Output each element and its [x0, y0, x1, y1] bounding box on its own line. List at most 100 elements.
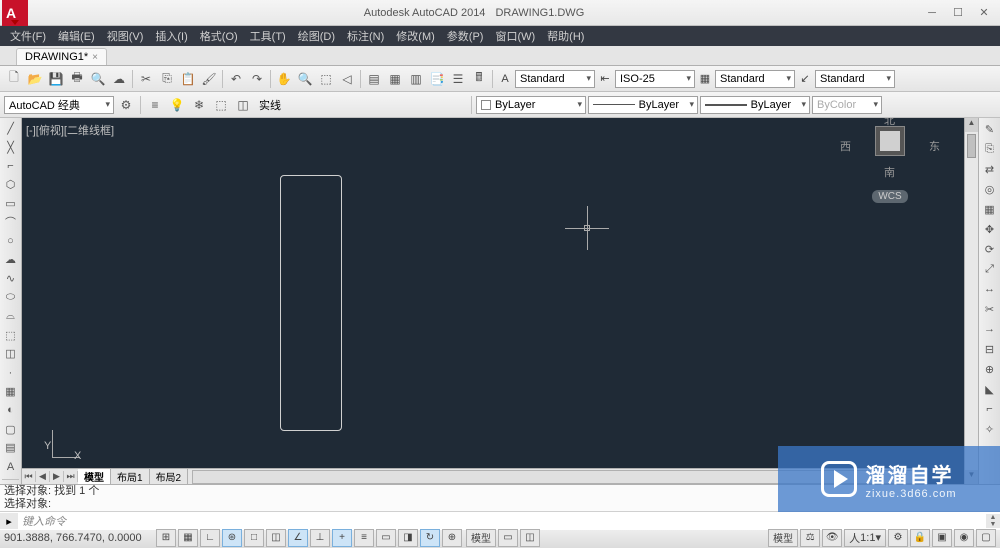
menu-view[interactable]: 视图(V)	[101, 26, 150, 46]
layout-first-icon[interactable]: ⏮	[22, 471, 36, 482]
clean-screen-button[interactable]: ▢	[976, 529, 996, 547]
scale-icon[interactable]: ⤢	[981, 260, 999, 278]
layout-tab-2[interactable]: 布局2	[150, 469, 189, 484]
circle-icon[interactable]: ○	[2, 233, 20, 250]
mleader-style-dropdown[interactable]: Standard	[815, 70, 895, 88]
table-style-dropdown[interactable]: Standard	[715, 70, 795, 88]
plotstyle-dropdown[interactable]: ByColor	[812, 96, 882, 114]
array-icon[interactable]: ▦	[981, 200, 999, 218]
menu-edit[interactable]: 编辑(E)	[52, 26, 101, 46]
trim-icon[interactable]: ✂	[981, 300, 999, 318]
wcs-badge[interactable]: WCS	[872, 190, 907, 203]
group-icon[interactable]: ⬚	[211, 95, 231, 115]
pan-icon[interactable]: ✋	[274, 69, 294, 89]
tab-close-icon[interactable]: ×	[92, 52, 98, 63]
lock-ui-button[interactable]: 🔒	[910, 529, 930, 547]
rotate-icon[interactable]: ⟳	[981, 240, 999, 258]
zoom-realtime-icon[interactable]: 🔍	[295, 69, 315, 89]
workspace-dropdown[interactable]: AutoCAD 经典	[4, 96, 114, 114]
hardware-accel-button[interactable]: ▣	[932, 529, 952, 547]
arc-icon[interactable]: ⌒	[2, 214, 20, 231]
copy-object-icon[interactable]: ⎘	[981, 140, 999, 158]
break-icon[interactable]: ⊟	[981, 340, 999, 358]
cut-icon[interactable]: ✂	[136, 69, 156, 89]
layout-tab-model[interactable]: 模型	[78, 469, 111, 484]
revision-cloud-icon[interactable]: ☁	[2, 252, 20, 269]
ungroup-icon[interactable]: ◫	[233, 95, 253, 115]
menu-dimension[interactable]: 标注(N)	[341, 26, 390, 46]
viewcube[interactable]: 北 西 东 南 WCS	[850, 126, 930, 203]
menu-window[interactable]: 窗口(W)	[489, 26, 541, 46]
menu-insert[interactable]: 插入(I)	[149, 26, 193, 46]
mtext-icon[interactable]: A	[2, 458, 20, 475]
viewport-label[interactable]: [-][俯视][二维线框]	[26, 122, 114, 138]
command-prompt-icon[interactable]: ▸	[0, 513, 18, 529]
quickview-drawings-button[interactable]: ◫	[520, 529, 540, 547]
spline-icon[interactable]: ∿	[2, 270, 20, 287]
menu-file[interactable]: 文件(F)	[4, 26, 52, 46]
maximize-button[interactable]: ☐	[946, 4, 970, 22]
markup-icon[interactable]: ☰	[448, 69, 468, 89]
cmd-up-icon[interactable]: ▲	[986, 514, 1000, 521]
stretch-icon[interactable]: ↔	[981, 280, 999, 298]
layer-freeze-icon[interactable]: ❄	[189, 95, 209, 115]
line-icon[interactable]: ╱	[2, 120, 20, 137]
text-style-dropdown[interactable]: Standard	[515, 70, 595, 88]
qprops-button[interactable]: ◨	[398, 529, 418, 547]
make-block-icon[interactable]: ◫	[2, 346, 20, 363]
command-input[interactable]: 键入命令	[18, 512, 986, 530]
workspace-settings-icon[interactable]: ⚙	[116, 95, 136, 115]
new-icon[interactable]: 🗋	[4, 69, 24, 89]
scroll-up-icon[interactable]: ▲	[965, 118, 978, 132]
ducs-button[interactable]: ⊥	[310, 529, 330, 547]
model-space-button[interactable]: 模型	[466, 529, 496, 547]
coordinates-display[interactable]: 901.3888, 766.7470, 0.0000	[4, 532, 154, 544]
model-scale-button[interactable]: 模型	[768, 529, 798, 547]
mirror-icon[interactable]: ⇄	[981, 160, 999, 178]
calculator-icon[interactable]: 🖩	[469, 69, 489, 89]
vertical-scrollbar[interactable]: ▲ ▼	[964, 118, 978, 484]
menu-tools[interactable]: 工具(T)	[244, 26, 292, 46]
join-icon[interactable]: ⊕	[981, 360, 999, 378]
hatch-icon[interactable]: ▦	[2, 383, 20, 400]
dyn-button[interactable]: +	[332, 529, 352, 547]
scale-display[interactable]: 人 1:1 ▾	[844, 529, 886, 547]
move-icon[interactable]: ✥	[981, 220, 999, 238]
isolate-button[interactable]: ◉	[954, 529, 974, 547]
match-icon[interactable]: 🖌	[199, 69, 219, 89]
ellipse-arc-icon[interactable]: ⌓	[2, 308, 20, 325]
design-center-icon[interactable]: ▦	[385, 69, 405, 89]
offset-icon[interactable]: ◎	[981, 180, 999, 198]
zoom-window-icon[interactable]: ⬚	[316, 69, 336, 89]
snap-button[interactable]: ⊞	[156, 529, 176, 547]
3dosnap-button[interactable]: ◫	[266, 529, 286, 547]
preview-icon[interactable]: 🔍	[88, 69, 108, 89]
linetype-dropdown[interactable]: ByLayer	[588, 96, 698, 114]
drawing-viewport[interactable]: [-][俯视][二维线框] Y X 北 西 东 南 WCS ⏮ ◀ ▶ ⏭ 模型	[22, 118, 964, 484]
region-icon[interactable]: ▢	[2, 421, 20, 438]
scroll-thumb[interactable]	[967, 134, 976, 158]
layout-prev-icon[interactable]: ◀	[36, 471, 50, 482]
redo-icon[interactable]: ↷	[247, 69, 267, 89]
sheet-set-icon[interactable]: 📑	[427, 69, 447, 89]
construction-line-icon[interactable]: ╳	[2, 139, 20, 156]
layout-next-icon[interactable]: ▶	[50, 471, 64, 482]
cmd-down-icon[interactable]: ▼	[986, 521, 1000, 528]
polyline-icon[interactable]: ⌐	[2, 158, 20, 175]
menu-parametric[interactable]: 参数(P)	[441, 26, 490, 46]
menu-draw[interactable]: 绘图(D)	[292, 26, 341, 46]
grid-button[interactable]: ▦	[178, 529, 198, 547]
explode-icon[interactable]: ✧	[981, 420, 999, 438]
quickview-layouts-button[interactable]: ▭	[498, 529, 518, 547]
chamfer-icon[interactable]: ◣	[981, 380, 999, 398]
ortho-button[interactable]: ∟	[200, 529, 220, 547]
drawing-rectangle[interactable]	[280, 175, 342, 431]
zoom-previous-icon[interactable]: ◁	[337, 69, 357, 89]
tool-palette-icon[interactable]: ▥	[406, 69, 426, 89]
fillet-icon[interactable]: ⌐	[981, 400, 999, 418]
copy-icon[interactable]: ⎘	[157, 69, 177, 89]
gradient-icon[interactable]: ◐	[2, 402, 20, 419]
layer-manager-icon[interactable]: ≡	[145, 95, 165, 115]
print-icon[interactable]: 🖶	[67, 69, 87, 89]
polygon-icon[interactable]: ⬡	[2, 176, 20, 193]
